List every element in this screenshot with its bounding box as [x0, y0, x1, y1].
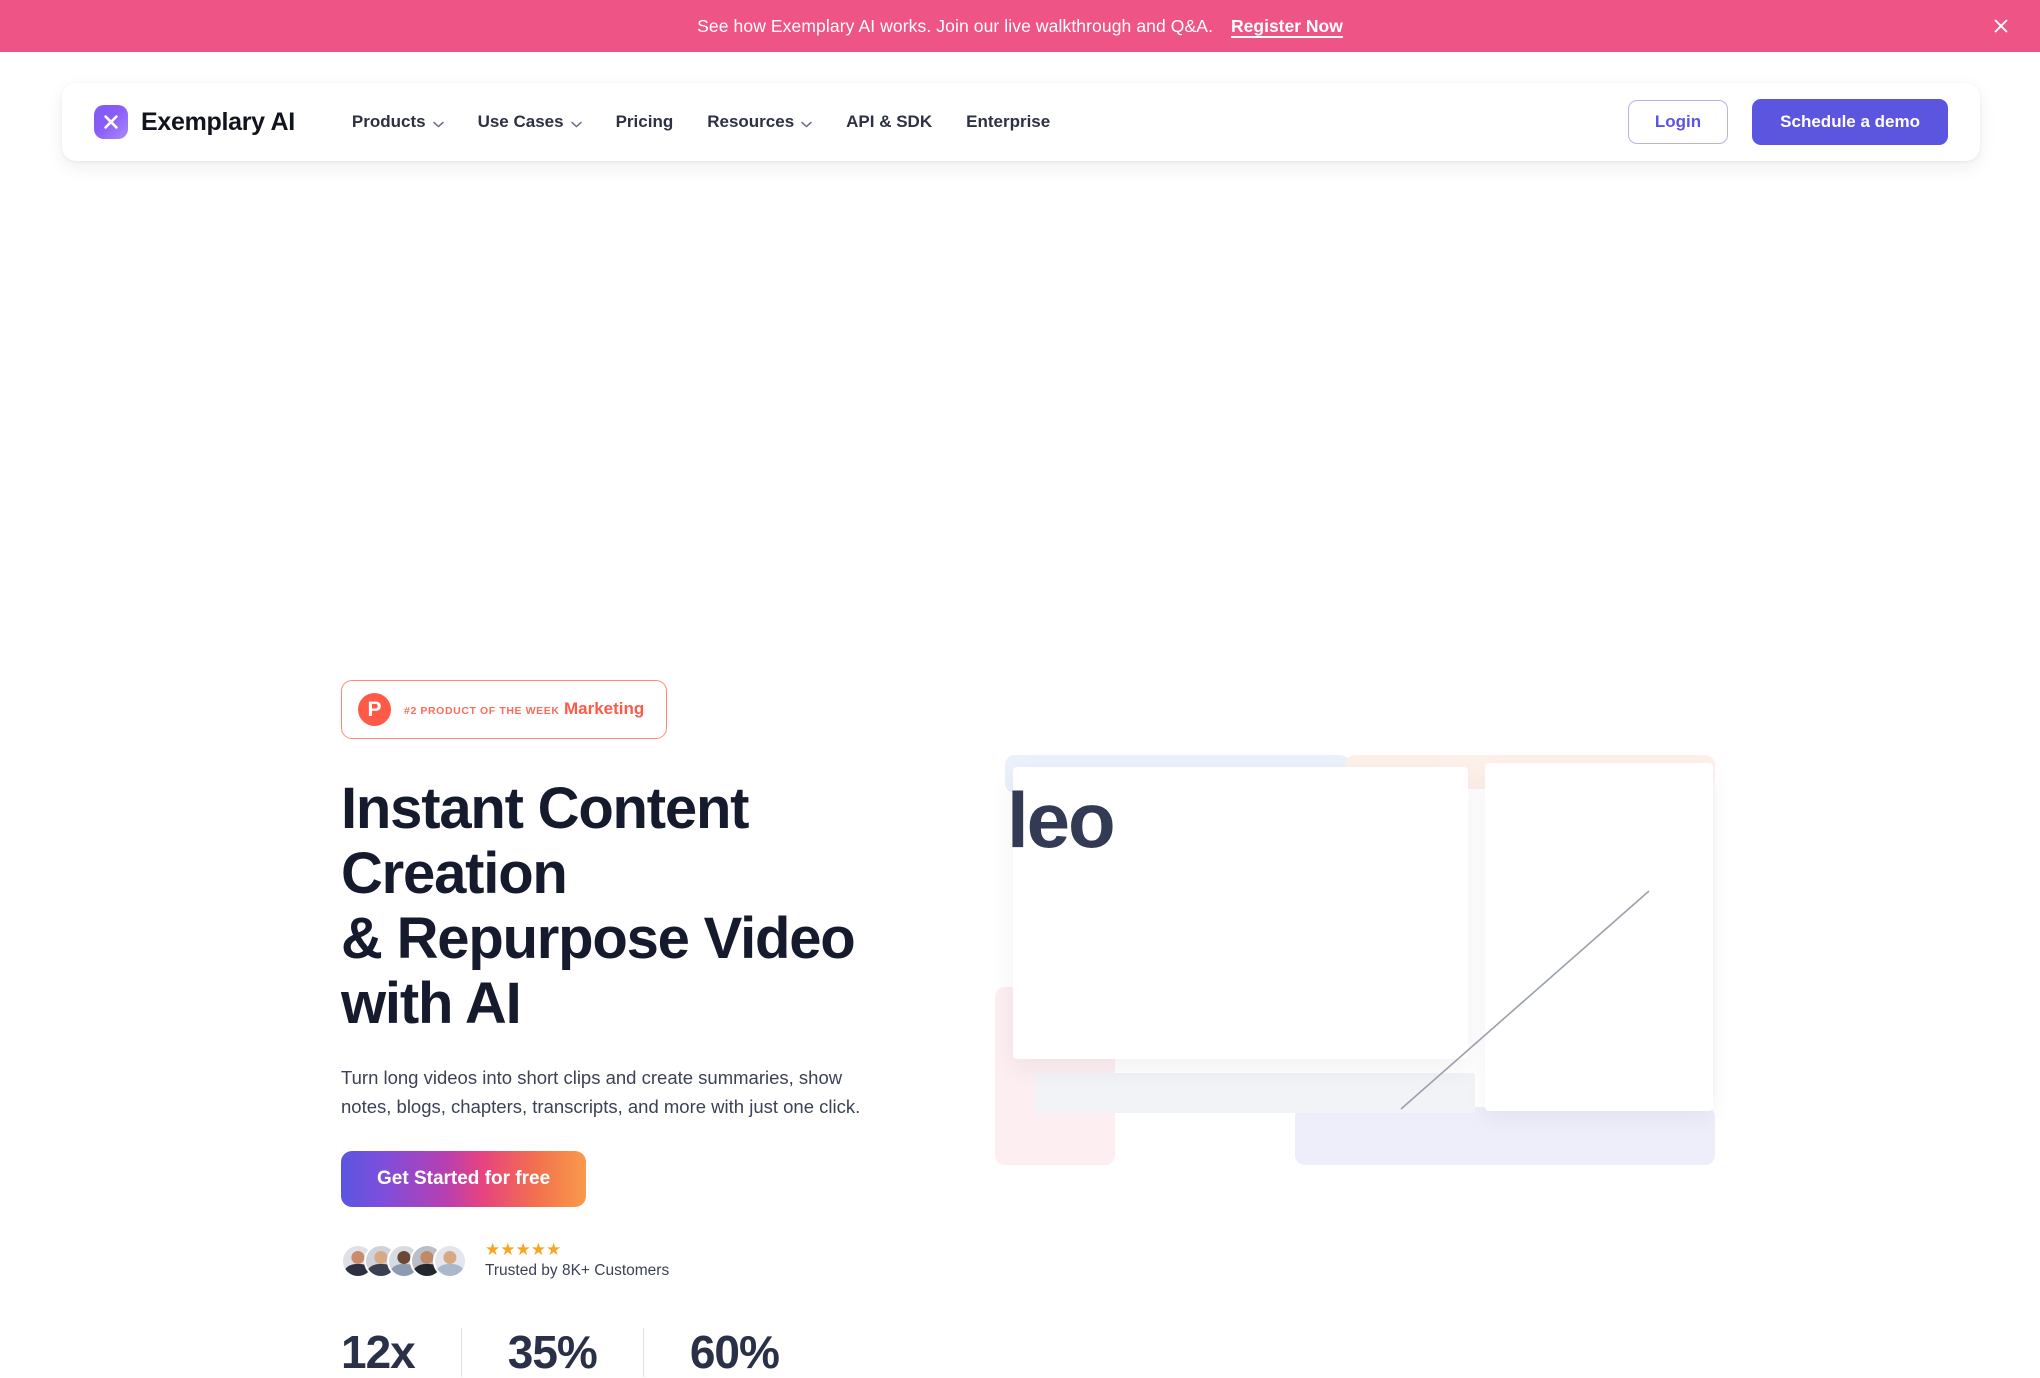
chevron-down-icon — [801, 113, 812, 133]
stat-value: 60% — [689, 1326, 780, 1378]
register-now-link[interactable]: Register Now — [1231, 16, 1343, 37]
trust-text: Trusted by 8K+ Customers — [485, 1262, 670, 1280]
product-hunt-icon: P — [358, 693, 391, 726]
avatar-stack — [341, 1243, 467, 1278]
badge-title: Marketing — [564, 699, 645, 718]
exemplary-ai-logo-icon — [94, 105, 128, 139]
close-icon[interactable] — [1988, 13, 2014, 39]
nav-item-pricing[interactable]: Pricing — [599, 112, 691, 132]
hero-visual-text-fragment: leo — [1007, 776, 1116, 864]
stat-item: 12x — [341, 1326, 461, 1378]
nav-label: API & SDK — [846, 112, 933, 131]
announcement-bar: See how Exemplary AI works. Join our liv… — [0, 0, 2040, 52]
hero-section: P #2 PRODUCT OF THE WEEK Marketing Insta… — [0, 161, 2040, 1377]
social-proof: ★★★★★ Trusted by 8K+ Customers — [341, 1241, 981, 1280]
nav-label: Enterprise — [966, 112, 1051, 131]
login-button[interactable]: Login — [1627, 100, 1729, 144]
announcement-message: See how Exemplary AI works. Join our liv… — [697, 15, 1214, 36]
brand-logo[interactable]: Exemplary AI — [94, 105, 295, 139]
site-header: Exemplary AI Products Use Cases Pricing … — [62, 83, 1980, 161]
hero-title-line-2: & Repurpose Video — [341, 905, 856, 971]
product-hunt-badge-text: #2 PRODUCT OF THE WEEK Marketing — [404, 700, 644, 719]
hero-visual: leo — [995, 755, 1715, 1165]
chevron-down-icon — [432, 113, 444, 133]
stat-item: 60% — [642, 1326, 825, 1378]
hero-title-line-3: with AI — [341, 970, 522, 1036]
nav-item-resources[interactable]: Resources — [690, 111, 829, 133]
nav-item-products[interactable]: Products — [335, 111, 461, 133]
nav-label: Pricing — [615, 112, 674, 131]
stat-value: 12x — [341, 1326, 416, 1378]
nav-item-enterprise[interactable]: Enterprise — [949, 112, 1067, 132]
product-hunt-badge[interactable]: P #2 PRODUCT OF THE WEEK Marketing — [341, 680, 668, 739]
nav-item-api-sdk[interactable]: API & SDK — [829, 112, 949, 132]
get-started-button[interactable]: Get Started for free — [341, 1151, 587, 1208]
star-rating-icon: ★★★★★ — [485, 1240, 562, 1260]
header-actions: Login Schedule a demo — [1627, 99, 1948, 145]
hero-copy: P #2 PRODUCT OF THE WEEK Marketing Insta… — [341, 680, 981, 1377]
tint-block-lilac — [1295, 1107, 1715, 1165]
page-title: Instant Content Creation & Repurpose Vid… — [341, 776, 981, 1037]
brand-name: Exemplary AI — [141, 107, 295, 136]
diagonal-line-icon — [1400, 890, 1650, 1110]
nav-label: Resources — [707, 112, 795, 131]
hero-title-line-1: Instant Content Creation — [341, 776, 749, 906]
rating-block: ★★★★★ Trusted by 8K+ Customers — [485, 1241, 669, 1280]
chevron-down-icon — [570, 113, 582, 133]
nav-label: Use Cases — [477, 112, 564, 131]
nav-item-use-cases[interactable]: Use Cases — [461, 111, 599, 133]
badge-kicker: #2 PRODUCT OF THE WEEK — [404, 705, 560, 717]
nav-label: Products — [351, 112, 426, 131]
stat-value: 35% — [507, 1326, 598, 1378]
stat-item: 35% — [460, 1326, 643, 1378]
stats-row: 12x 35% 60% — [341, 1326, 981, 1378]
primary-nav: Products Use Cases Pricing Resources API… — [335, 111, 1067, 133]
schedule-demo-button[interactable]: Schedule a demo — [1752, 99, 1948, 145]
hero-subtitle: Turn long videos into short clips and cr… — [341, 1066, 861, 1118]
avatar — [433, 1243, 467, 1278]
